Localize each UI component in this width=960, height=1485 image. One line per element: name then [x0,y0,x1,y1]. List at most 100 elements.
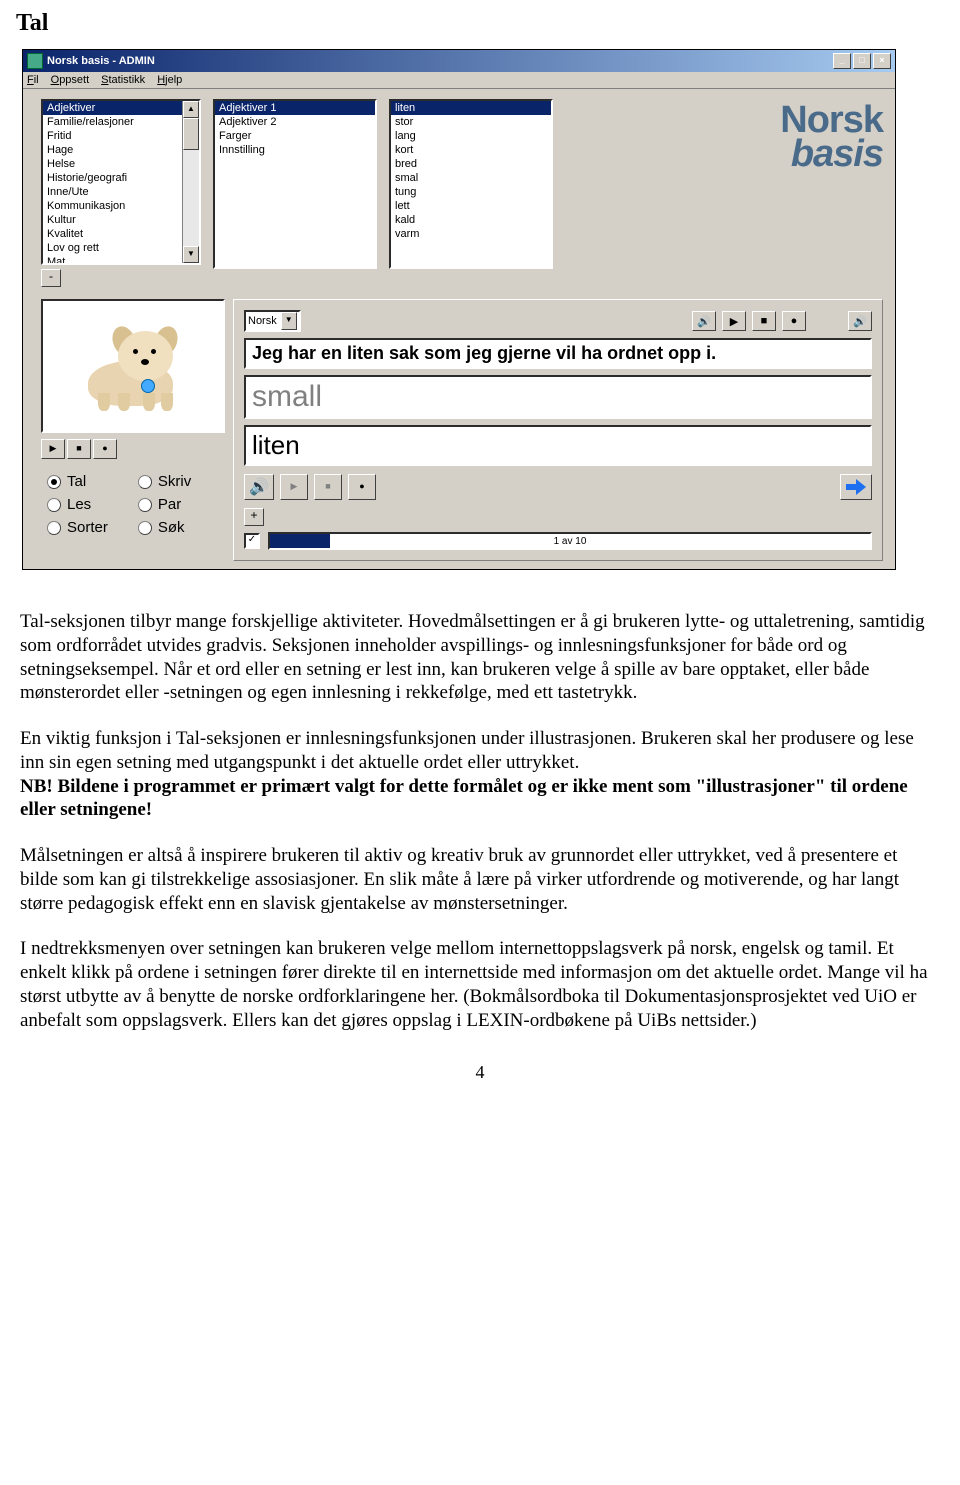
text-bold: NB! Bildene i programmet er primært valg… [20,776,908,821]
word-stop-button[interactable]: ■ [314,474,342,500]
close-button[interactable]: × [873,53,891,69]
word-speaker-icon[interactable]: 🔊 [244,474,274,500]
speaker-icon[interactable]: 🔊 [692,311,716,331]
radio-dot[interactable] [138,521,152,535]
menubar: Fil Oppsett Statistikk Hjelp [23,72,895,89]
sentence-field[interactable]: Jeg har en liten sak som jeg gjerne vil … [244,338,872,369]
list-item[interactable]: lang [391,129,551,143]
list-item[interactable]: Hage [43,143,183,157]
minus-button[interactable]: - [41,269,61,287]
list-item[interactable]: Adjektiver [43,101,183,115]
sentence-stop-button[interactable]: ■ [752,311,776,331]
progress-bar[interactable]: 1 av 10 [268,532,872,550]
radio-dot[interactable] [47,498,61,512]
list-item[interactable]: liten [391,101,551,115]
radio-tal[interactable]: Tal [47,473,108,490]
list-item[interactable]: Kultur [43,213,183,227]
next-button[interactable] [840,474,872,500]
list-item[interactable]: kort [391,143,551,157]
minimize-button[interactable]: _ [833,53,851,69]
list-item[interactable]: Innstilling [215,143,375,157]
list-item[interactable]: lett [391,199,551,213]
list-item[interactable]: Mat [43,255,183,265]
radio-dot[interactable] [138,475,152,489]
image-play-button[interactable]: ▶ [41,439,65,459]
paragraph: Tal-seksjonen tilbyr mange forskjellige … [20,610,940,705]
list-item[interactable]: stor [391,115,551,129]
window-title: Norsk basis - ADMIN [47,55,833,67]
word-listbox[interactable]: litenstorlangkortbredsmaltunglettkaldvar… [389,99,553,269]
language-dropdown[interactable]: Norsk ▼ [244,310,301,332]
dropdown-value: Norsk [248,315,277,327]
arrow-right-icon [846,479,866,495]
section-heading: Tal [16,10,950,37]
plus-button[interactable]: + [244,508,264,526]
sentence-record-button[interactable]: ● [782,311,806,331]
radio-label: Par [158,496,181,513]
translation-field: small [244,375,872,419]
menu-fil[interactable]: Fil [27,74,39,86]
radio-les[interactable]: Les [47,496,108,513]
list-item[interactable]: Historie/geografi [43,171,183,185]
list-item[interactable]: Adjektiver 1 [215,101,375,115]
list-item[interactable]: tung [391,185,551,199]
progress-label: 1 av 10 [554,536,587,547]
list-item[interactable]: Adjektiver 2 [215,115,375,129]
list-item[interactable]: varm [391,227,551,241]
scroll-down-button[interactable]: ▼ [183,246,199,263]
list-item[interactable]: bred [391,157,551,171]
maximize-button[interactable]: □ [853,53,871,69]
scroll-up-button[interactable]: ▲ [183,101,199,118]
word-play-button[interactable]: ▶ [280,474,308,500]
list-item[interactable]: Lov og rett [43,241,183,255]
image-record-button[interactable]: ● [93,439,117,459]
dog-illustration [73,321,193,411]
paragraph: En viktig funksjon i Tal-seksjonen er in… [20,727,940,822]
chevron-down-icon[interactable]: ▼ [281,312,297,330]
mode-radios: Tal Les Sorter Skriv Par Søk [41,473,221,536]
scrollbar[interactable]: ▲ ▼ [182,101,199,263]
radio-dot[interactable] [47,475,61,489]
radio-label: Les [67,496,91,513]
scroll-thumb[interactable] [183,118,199,150]
text: En viktig funksjon i Tal-seksjonen er in… [20,728,914,773]
subcategory-listbox[interactable]: Adjektiver 1Adjektiver 2FargerInnstillin… [213,99,377,269]
page-number: 4 [10,1062,950,1083]
headword-field: liten [244,425,872,466]
list-item[interactable]: Familie/relasjoner [43,115,183,129]
list-item[interactable]: smal [391,171,551,185]
app-window: Norsk basis - ADMIN _ □ × Fil Oppsett St… [22,49,896,570]
app-logo: Norsk basis [780,103,883,171]
paragraph: Målsetningen er altså å inspirere bruker… [20,844,940,915]
word-record-button[interactable]: ● [348,474,376,500]
list-item[interactable]: Farger [215,129,375,143]
illustration-image [41,299,225,433]
menu-oppsett[interactable]: Oppsett [51,74,90,86]
category-listbox[interactable]: AdjektiverFamilie/relasjonerFritidHageHe… [41,99,201,265]
radio-par[interactable]: Par [138,496,191,513]
radio-sorter[interactable]: Sorter [47,519,108,536]
radio-dot[interactable] [138,498,152,512]
menu-hjelp[interactable]: Hjelp [157,74,182,86]
progress-checkbox[interactable]: ✓ [244,533,260,549]
radio-dot[interactable] [47,521,61,535]
sentence-panel: Norsk ▼ 🔊 ▶ ■ ● 🔊 Jeg har en liten sak s… [233,299,883,561]
image-stop-button[interactable]: ■ [67,439,91,459]
document-body: Tal-seksjonen tilbyr mange forskjellige … [20,610,940,1032]
paragraph: I nedtrekksmenyen over setningen kan bru… [20,937,940,1032]
list-item[interactable]: kald [391,213,551,227]
radio-label: Sorter [67,519,108,536]
menu-statistikk[interactable]: Statistikk [101,74,145,86]
list-item[interactable]: Fritid [43,129,183,143]
radio-label: Skriv [158,473,191,490]
list-item[interactable]: Kvalitet [43,227,183,241]
sentence-play-button[interactable]: ▶ [722,311,746,331]
speaker-icon-2[interactable]: 🔊 [848,311,872,331]
radio-label: Søk [158,519,185,536]
radio-skriv[interactable]: Skriv [138,473,191,490]
list-item[interactable]: Inne/Ute [43,185,183,199]
app-icon [27,53,43,69]
list-item[interactable]: Kommunikasjon [43,199,183,213]
list-item[interactable]: Helse [43,157,183,171]
radio-søk[interactable]: Søk [138,519,191,536]
